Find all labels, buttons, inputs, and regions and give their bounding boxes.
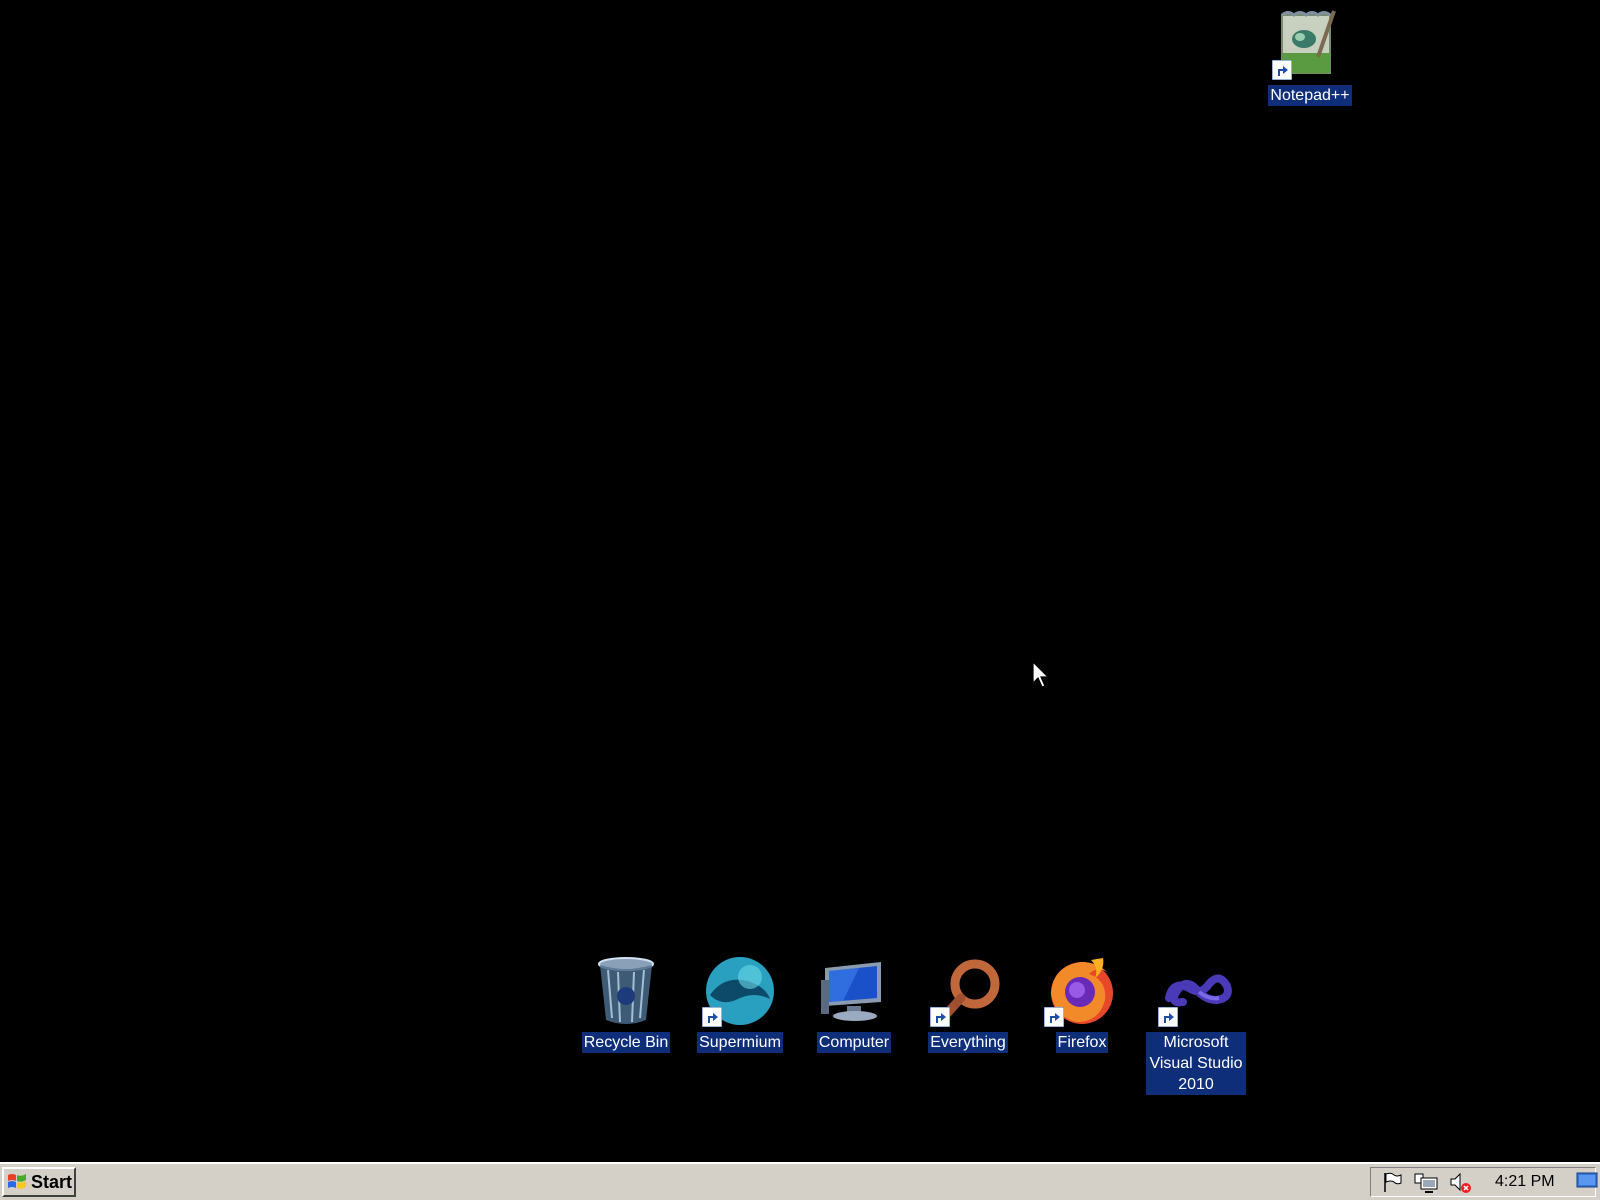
shortcut-arrow-icon (1044, 1007, 1064, 1027)
desktop-icon-label: Firefox (1055, 1032, 1109, 1053)
desktop-icon-notepad-plus-plus[interactable]: Notepad++ (1260, 8, 1360, 106)
system-tray: 4:21 PM (1370, 1167, 1596, 1197)
taskbar-clock[interactable]: 4:21 PM (1495, 1173, 1555, 1191)
notepad-plus-plus-icon (1272, 8, 1348, 80)
desktop-icon-supermium[interactable]: Supermium (690, 955, 790, 1053)
desktop[interactable]: Notepad++ Recycle Bin Supermium Computer… (0, 0, 1600, 1162)
taskbar: Start 4:21 PM (0, 1162, 1600, 1200)
computer-icon (816, 955, 892, 1027)
desktop-icon-label: Microsoft Visual Studio 2010 (1146, 1032, 1246, 1095)
desktop-icon-label: Notepad++ (1268, 85, 1352, 106)
shortcut-arrow-icon (702, 1007, 722, 1027)
windows-logo-icon (8, 1174, 26, 1189)
desktop-icon-recycle-bin[interactable]: Recycle Bin (576, 955, 676, 1053)
desktop-icon-visual-studio-2010[interactable]: Microsoft Visual Studio 2010 (1146, 955, 1246, 1095)
supermium-icon (702, 955, 778, 1027)
start-button[interactable]: Start (2, 1167, 76, 1197)
recycle-bin-icon (588, 955, 664, 1027)
desktop-icon-computer[interactable]: Computer (804, 955, 904, 1053)
shortcut-arrow-icon (930, 1007, 950, 1027)
desktop-icon-label: Recycle Bin (581, 1032, 671, 1053)
volume-muted-icon[interactable] (1447, 1170, 1473, 1194)
mouse-pointer-icon (1032, 661, 1050, 688)
network-icon[interactable] (1413, 1170, 1439, 1194)
visual-studio-icon (1158, 955, 1234, 1027)
show-desktop-button[interactable] (1576, 1172, 1598, 1195)
desktop-icon-label: Everything (928, 1032, 1008, 1053)
action-center-flag-icon[interactable] (1379, 1170, 1405, 1194)
desktop-icon-firefox[interactable]: Firefox (1032, 955, 1132, 1053)
shortcut-arrow-icon (1158, 1007, 1178, 1027)
shortcut-arrow-icon (1272, 60, 1292, 80)
desktop-icon-label: Supermium (697, 1032, 783, 1053)
everything-icon (930, 955, 1006, 1027)
firefox-icon (1044, 955, 1120, 1027)
desktop-icon-everything[interactable]: Everything (918, 955, 1018, 1053)
start-label: Start (31, 1171, 73, 1192)
desktop-icon-label: Computer (816, 1032, 892, 1053)
show-desktop-icon (1576, 1172, 1598, 1188)
